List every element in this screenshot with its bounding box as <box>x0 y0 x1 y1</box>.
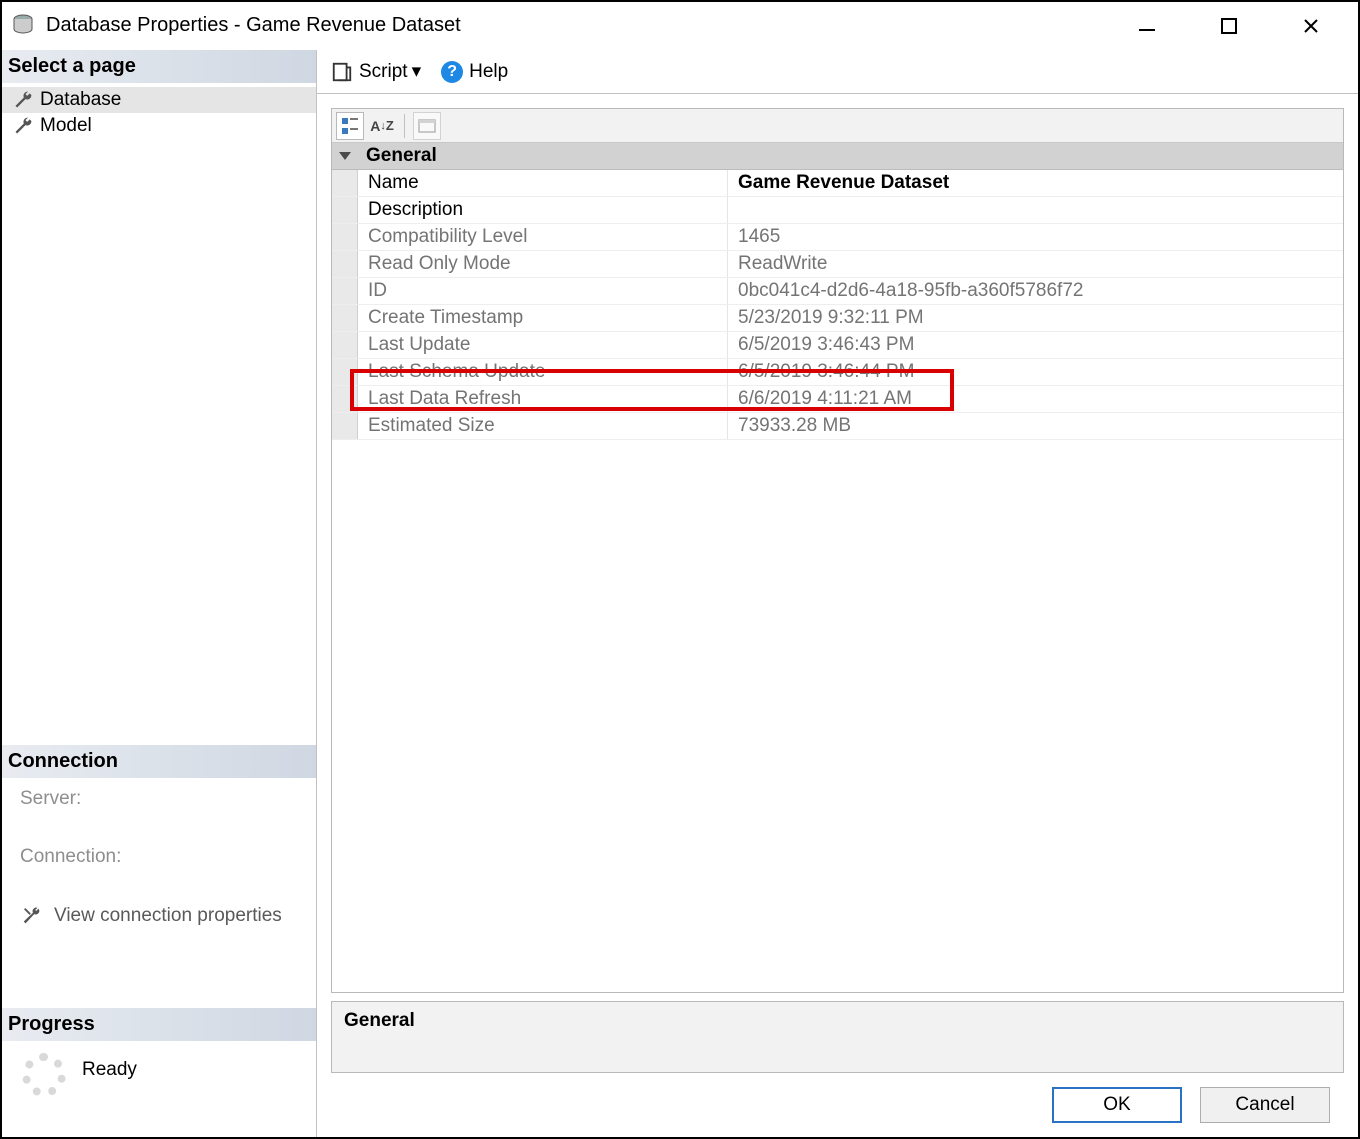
cancel-button[interactable]: Cancel <box>1200 1087 1330 1123</box>
progress-block: Ready <box>2 1041 316 1137</box>
property-label: Read Only Mode <box>358 251 728 277</box>
toolbar: Script ▾ ? Help <box>317 50 1358 94</box>
property-row-last-update: Last Update 6/5/2019 3:46:43 PM <box>332 332 1343 359</box>
dialog-body: Select a page Database Model Connection <box>2 50 1358 1137</box>
close-button[interactable] <box>1270 4 1352 48</box>
property-value: ReadWrite <box>728 251 1343 277</box>
window-title: Database Properties - Game Revenue Datas… <box>46 14 1106 37</box>
titlebar: Database Properties - Game Revenue Datas… <box>2 2 1358 50</box>
property-value: 6/5/2019 3:46:44 PM <box>728 359 1343 385</box>
view-connection-properties[interactable]: View connection properties <box>20 904 304 928</box>
description-header: General <box>344 1010 415 1031</box>
property-label: Last Schema Update <box>358 359 728 385</box>
property-row-id: ID 0bc041c4-d2d6-4a18-95fb-a360f5786f72 <box>332 278 1343 305</box>
sidebar-item-model[interactable]: Model <box>2 113 316 139</box>
property-grid-rows: General Name Game Revenue Dataset Descri… <box>332 143 1343 992</box>
property-label: Last Update <box>358 332 728 358</box>
property-row-compatibility-level: Compatibility Level 1465 <box>332 224 1343 251</box>
property-row-create-timestamp: Create Timestamp 5/23/2019 9:32:11 PM <box>332 305 1343 332</box>
group-label: General <box>358 143 1343 169</box>
maximize-button[interactable] <box>1188 4 1270 48</box>
wrench-icon <box>12 89 34 111</box>
property-row-estimated-size: Estimated Size 73933.28 MB <box>332 413 1343 440</box>
property-grid: A↓Z General Name <box>331 108 1344 993</box>
window-controls <box>1106 4 1352 48</box>
sidebar: Select a page Database Model Connection <box>2 50 317 1137</box>
property-label: Last Data Refresh <box>358 386 728 412</box>
property-value: 6/5/2019 3:46:43 PM <box>728 332 1343 358</box>
help-button[interactable]: ? Help <box>435 57 514 87</box>
dialog-footer: OK Cancel <box>331 1073 1344 1137</box>
progress-header: Progress <box>2 1008 316 1041</box>
property-value[interactable]: Game Revenue Dataset <box>728 170 1343 196</box>
property-row-read-only-mode: Read Only Mode ReadWrite <box>332 251 1343 278</box>
property-label: Description <box>358 197 728 223</box>
sidebar-item-label: Database <box>40 89 121 111</box>
settings-icon <box>20 904 44 928</box>
script-label: Script <box>359 61 408 83</box>
property-value: 1465 <box>728 224 1343 250</box>
property-label: ID <box>358 278 728 304</box>
property-row-last-schema-update: Last Schema Update 6/5/2019 3:46:44 PM <box>332 359 1343 386</box>
select-page-header: Select a page <box>2 50 316 83</box>
sidebar-item-database[interactable]: Database <box>2 87 316 113</box>
property-value: 73933.28 MB <box>728 413 1343 439</box>
connection-header: Connection <box>2 745 316 778</box>
window: Database Properties - Game Revenue Datas… <box>0 0 1360 1139</box>
ok-button[interactable]: OK <box>1052 1087 1182 1123</box>
connection-label: Connection: <box>20 846 304 868</box>
progress-status: Ready <box>82 1059 137 1091</box>
minimize-button[interactable] <box>1106 4 1188 48</box>
chevron-down-icon <box>339 152 351 160</box>
connection-block: Server: Connection: View connection prop… <box>2 778 316 948</box>
alphabetical-button[interactable]: A↓Z <box>368 112 396 140</box>
help-label: Help <box>469 61 508 83</box>
script-icon <box>331 61 353 83</box>
sidebar-item-label: Model <box>40 115 92 137</box>
property-value: 5/23/2019 9:32:11 PM <box>728 305 1343 331</box>
content-area: A↓Z General Name <box>317 94 1358 1137</box>
categorized-button[interactable] <box>336 112 364 140</box>
property-label: Create Timestamp <box>358 305 728 331</box>
property-value: 6/6/2019 4:11:21 AM <box>728 386 1343 412</box>
property-row-last-data-refresh: Last Data Refresh 6/6/2019 4:11:21 AM <box>332 386 1343 413</box>
server-label: Server: <box>20 788 304 810</box>
description-panel: General <box>331 1001 1344 1073</box>
view-connection-properties-label: View connection properties <box>54 905 282 927</box>
progress-spinner-icon <box>22 1053 66 1097</box>
property-value[interactable] <box>728 197 1343 223</box>
property-value: 0bc041c4-d2d6-4a18-95fb-a360f5786f72 <box>728 278 1343 304</box>
database-icon <box>10 13 36 39</box>
property-row-name[interactable]: Name Game Revenue Dataset <box>332 170 1343 197</box>
property-label: Estimated Size <box>358 413 728 439</box>
help-icon: ? <box>441 61 463 83</box>
main-panel: Script ▾ ? Help A↓Z <box>317 50 1358 1137</box>
property-group-general[interactable]: General <box>332 143 1343 170</box>
page-list: Database Model <box>2 83 316 143</box>
property-label: Compatibility Level <box>358 224 728 250</box>
property-label: Name <box>358 170 728 196</box>
wrench-icon <box>12 115 34 137</box>
script-button[interactable]: Script ▾ <box>325 56 427 87</box>
chevron-down-icon: ▾ <box>412 60 422 83</box>
property-pages-button[interactable] <box>413 112 441 140</box>
property-row-description[interactable]: Description <box>332 197 1343 224</box>
property-grid-toolbar: A↓Z <box>332 109 1343 143</box>
